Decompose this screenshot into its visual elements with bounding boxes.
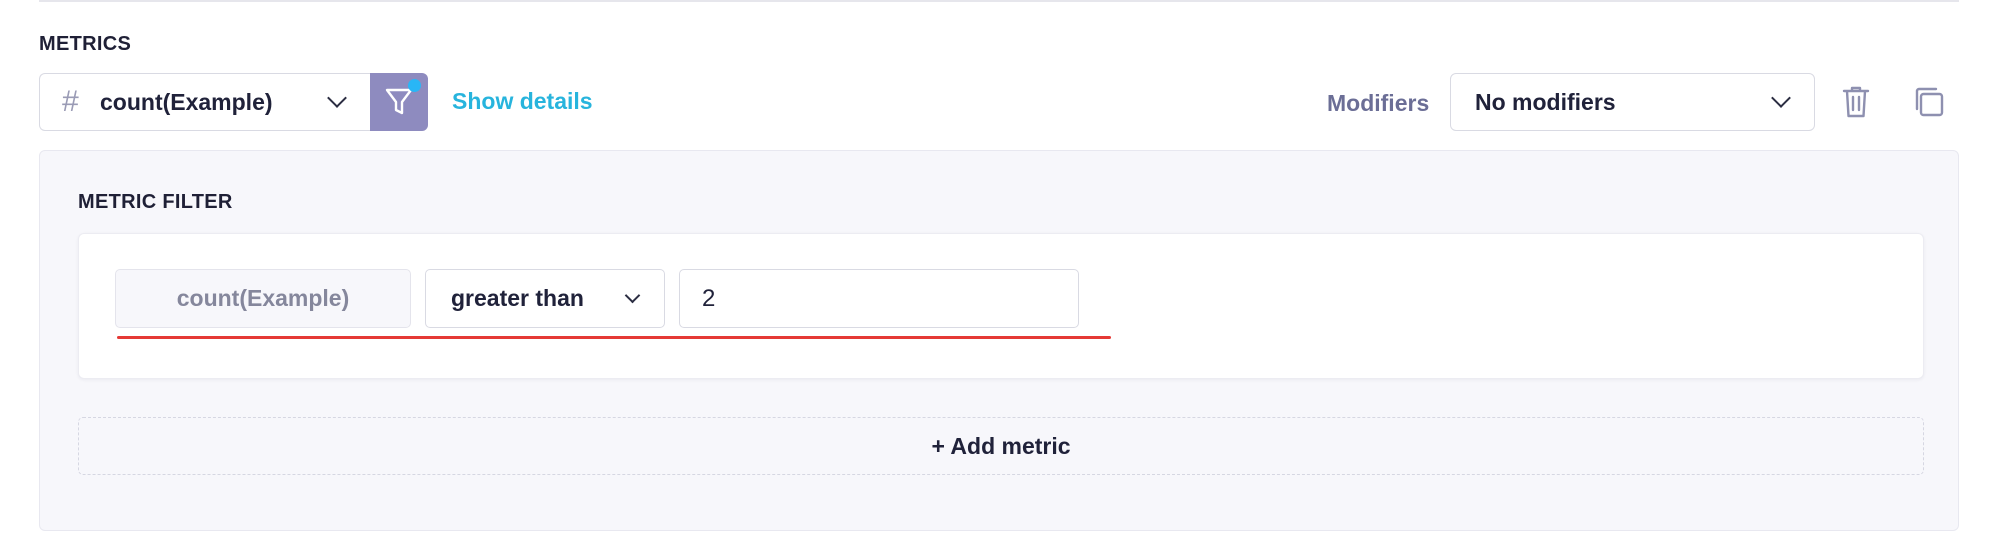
filter-condition-card: count(Example) greater than [78,233,1924,379]
modifiers-select[interactable]: No modifiers [1450,73,1815,131]
metric-filter-panel: METRIC FILTER count(Example) greater tha… [39,150,1959,531]
modifiers-select-value: No modifiers [1475,88,1616,115]
trash-icon [1842,86,1870,118]
filter-operator-select[interactable]: greater than [425,269,665,328]
filter-operator-value: greater than [451,285,584,311]
filter-metric-field: count(Example) [115,269,411,328]
metric-filter-title: METRIC FILTER [78,191,233,213]
filter-toggle-button[interactable] [370,73,428,131]
metric-select[interactable]: # count(Example) [39,73,370,131]
modifiers-label: Modifiers [1327,90,1430,116]
validation-error-underline [117,336,1111,339]
add-metric-button[interactable]: + Add metric [78,417,1924,475]
delete-button[interactable] [1836,82,1876,122]
chevron-down-icon [624,287,641,304]
section-title: METRICS [39,33,132,55]
show-details-link[interactable]: Show details [452,88,593,115]
chevron-down-icon [1771,88,1791,108]
active-filter-dot [408,79,421,92]
filter-icon [385,88,413,115]
filter-value-input[interactable] [679,269,1079,328]
metric-select-label: count(Example) [100,88,273,115]
divider [39,0,1959,2]
copy-icon [1915,87,1944,117]
metrics-editor: METRICS # count(Example) Show details Mo… [0,0,1999,547]
chevron-down-icon [327,88,347,108]
duplicate-button[interactable] [1909,82,1949,122]
hash-icon: # [61,85,79,118]
